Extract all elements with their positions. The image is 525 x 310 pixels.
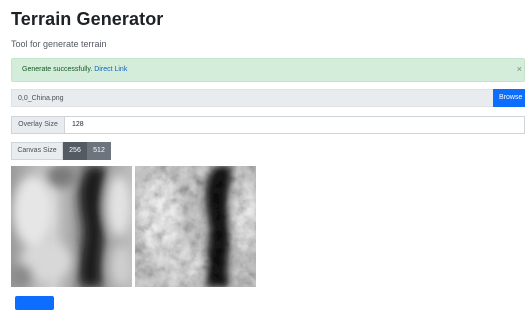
grayscale-heightmap-icon [11,166,132,287]
shaded-relief-map-icon [135,166,256,287]
overlay-size-group: Overlay Size [11,116,525,134]
canvas-size-256-button[interactable]: 256 [63,142,87,160]
page-subtitle: Tool for generate terrain [11,39,107,49]
file-input[interactable]: 0,0_China.png Browse [11,89,525,107]
success-alert: Generate successfully. Direct Link × [11,58,525,82]
alert-text: Generate successfully. Direct Link [22,66,127,73]
canvas-size-512-button[interactable]: 512 [87,142,111,160]
overlay-size-input[interactable] [72,121,472,128]
page-title: Terrain Generator [11,9,164,29]
alert-message: Generate successfully. [22,66,93,73]
direct-link[interactable]: Direct Link [94,66,127,73]
close-icon[interactable]: × [517,64,522,74]
browse-button[interactable]: Browse [493,89,525,107]
generate-button[interactable] [15,296,54,310]
file-name-label: 0,0_China.png [18,95,64,102]
canvas-size-label: Canvas Size [11,142,63,160]
relief-preview [135,166,256,287]
overlay-size-label: Overlay Size [12,117,65,133]
heightmap-preview [11,166,132,287]
